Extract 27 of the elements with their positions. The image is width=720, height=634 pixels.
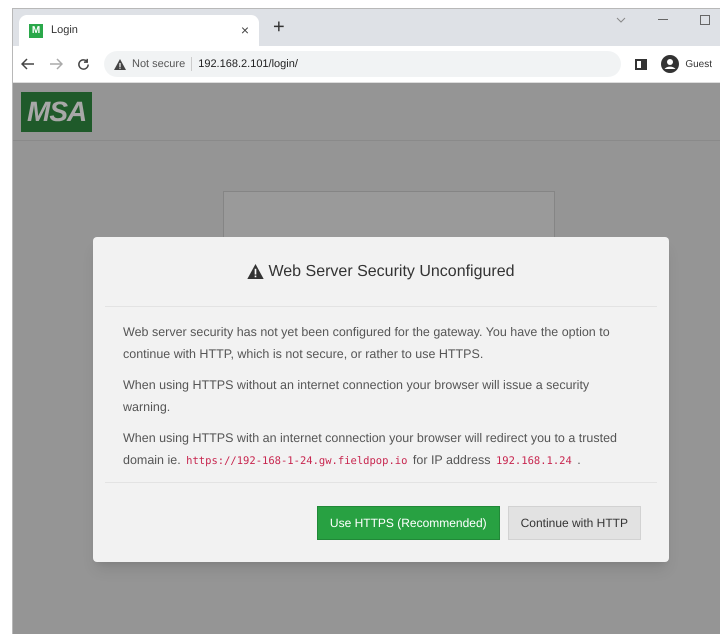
- address-bar[interactable]: Not secure 192.168.2.101/login/: [104, 51, 622, 77]
- warning-icon: [247, 264, 264, 279]
- http-button[interactable]: Continue with HTTP: [508, 506, 641, 540]
- dialog-paragraph: When using HTTPS with an internet connection your browser will redirect you to a trusted domain ie. https://192-168-1-24.gw.fieldpop.io for IP address 192.168.1.24 .: [123, 430, 618, 469]
- tab-close[interactable]: ×: [240, 20, 249, 41]
- back-arrow-icon[interactable]: [21, 58, 35, 70]
- side-panel-icon[interactable]: [635, 58, 648, 70]
- profile-button[interactable]: Guest: [661, 55, 712, 73]
- code-snippet: https://192-168-1-24.gw.fieldpop.io: [185, 455, 408, 467]
- forward-arrow-icon[interactable]: [49, 58, 63, 70]
- dialog-paragraph: Web server security has not yet been configured for the gateway. You have the option to continue with HTTP, which is not secure, or rather to use HTTPS.: [123, 324, 611, 363]
- reload-icon[interactable]: [77, 58, 90, 70]
- browser-tab[interactable]: M Login ×: [19, 15, 259, 46]
- code-snippet: 192.168.1.24: [494, 455, 573, 467]
- minimize-icon[interactable]: [658, 19, 668, 21]
- chevron-down-icon[interactable]: [616, 17, 626, 23]
- logo: MSA: [21, 92, 92, 132]
- user-icon: [661, 55, 680, 73]
- dialog-paragraph: When using HTTPS without an internet connection your browser will issue a security warning.: [123, 377, 590, 416]
- dialog-title: Web Server Security Unconfigured: [268, 262, 515, 282]
- tab-favicon: M: [29, 24, 43, 38]
- security-label: Not secure: [132, 56, 186, 72]
- warning-icon: [114, 58, 126, 70]
- new-tab-button[interactable]: +: [273, 12, 285, 42]
- maximize-icon[interactable]: [700, 15, 710, 25]
- tab-title: Login: [51, 23, 79, 38]
- url-text: 192.168.2.101/login/: [198, 56, 298, 72]
